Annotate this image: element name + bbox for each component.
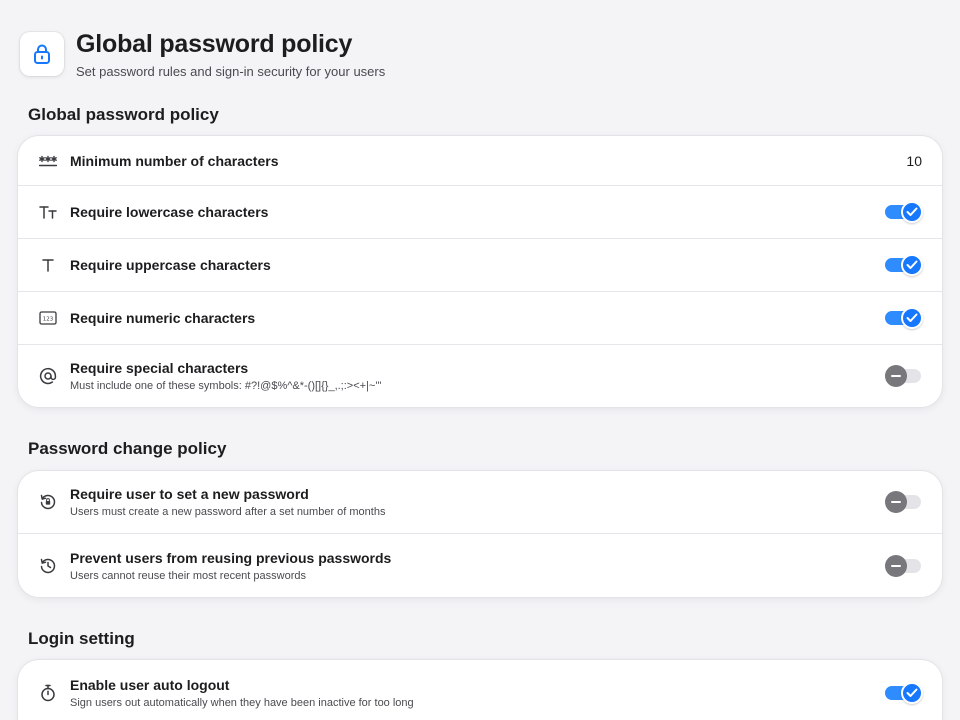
minus-icon [885, 365, 907, 387]
require-uppercase-toggle[interactable] [885, 254, 923, 276]
row-description: Users must create a new password after a… [70, 506, 386, 518]
auto-logout-toggle[interactable] [885, 682, 923, 704]
page-title: Global password policy [76, 30, 353, 58]
check-icon [901, 254, 923, 276]
history-icon [38, 556, 58, 576]
row-description: Sign users out automatically when they h… [70, 697, 414, 709]
section-title-login-setting: Login setting [28, 629, 135, 648]
row-require-lowercase: Require lowercase characters [18, 186, 942, 239]
page-header: Global password policy Set password rule… [20, 30, 386, 79]
row-label: Require lowercase characters [70, 204, 269, 220]
lock-icon [20, 32, 64, 76]
check-icon [901, 201, 923, 223]
row-label: Require uppercase characters [70, 257, 271, 273]
row-require-numeric: 123 Require numeric characters [18, 292, 942, 345]
row-minimum-characters[interactable]: Minimum number of characters 10 [18, 136, 942, 186]
row-description: Users cannot reuse their most recent pas… [70, 569, 306, 582]
at-sign-icon [38, 366, 58, 386]
section-title-password-change-policy: Password change policy [28, 439, 227, 458]
row-label: Enable user auto logout [70, 677, 230, 693]
minus-icon [885, 554, 907, 577]
row-require-uppercase: Require uppercase characters [18, 239, 942, 292]
row-label: Require user to set a new password [70, 486, 309, 502]
minimum-characters-value[interactable]: 10 [906, 153, 922, 169]
numeric-123-icon: 123 [38, 308, 58, 328]
require-special-toggle[interactable] [885, 365, 921, 387]
check-icon [901, 682, 923, 704]
asterisks-icon [38, 151, 58, 171]
global-password-policy-card: Minimum number of characters 10 Require … [17, 135, 943, 408]
row-prevent-reuse: Prevent users from reusing previous pass… [18, 534, 942, 597]
uppercase-t-icon [38, 255, 58, 275]
check-icon [901, 307, 923, 329]
row-label: Require special characters [70, 360, 249, 376]
require-numeric-toggle[interactable] [885, 307, 923, 329]
row-require-special: Require special characters Must include … [18, 345, 942, 407]
row-label: Minimum number of characters [70, 152, 279, 169]
row-description: Must include one of these symbols: #?!@$… [70, 380, 382, 392]
text-case-icon [38, 202, 58, 222]
require-lowercase-toggle[interactable] [885, 201, 923, 223]
svg-text:123: 123 [43, 316, 54, 322]
stopwatch-icon [38, 683, 58, 703]
password-change-policy-card: Require user to set a new password Users… [17, 470, 943, 598]
require-new-password-toggle[interactable] [885, 491, 921, 513]
page-subtitle: Set password rules and sign-in security … [76, 64, 386, 79]
row-label: Prevent users from reusing previous pass… [70, 549, 392, 566]
prevent-reuse-toggle[interactable] [885, 554, 921, 577]
row-auto-logout: Enable user auto logout Sign users out a… [18, 660, 942, 720]
minus-icon [885, 491, 907, 513]
settings-page: Global password policy Set password rule… [0, 0, 960, 720]
login-setting-card: Enable user auto logout Sign users out a… [17, 659, 943, 720]
row-require-new-password: Require user to set a new password Users… [18, 471, 942, 534]
section-title-global-password-policy: Global password policy [28, 105, 219, 124]
lock-refresh-icon [38, 492, 58, 512]
row-label: Require numeric characters [70, 310, 256, 326]
